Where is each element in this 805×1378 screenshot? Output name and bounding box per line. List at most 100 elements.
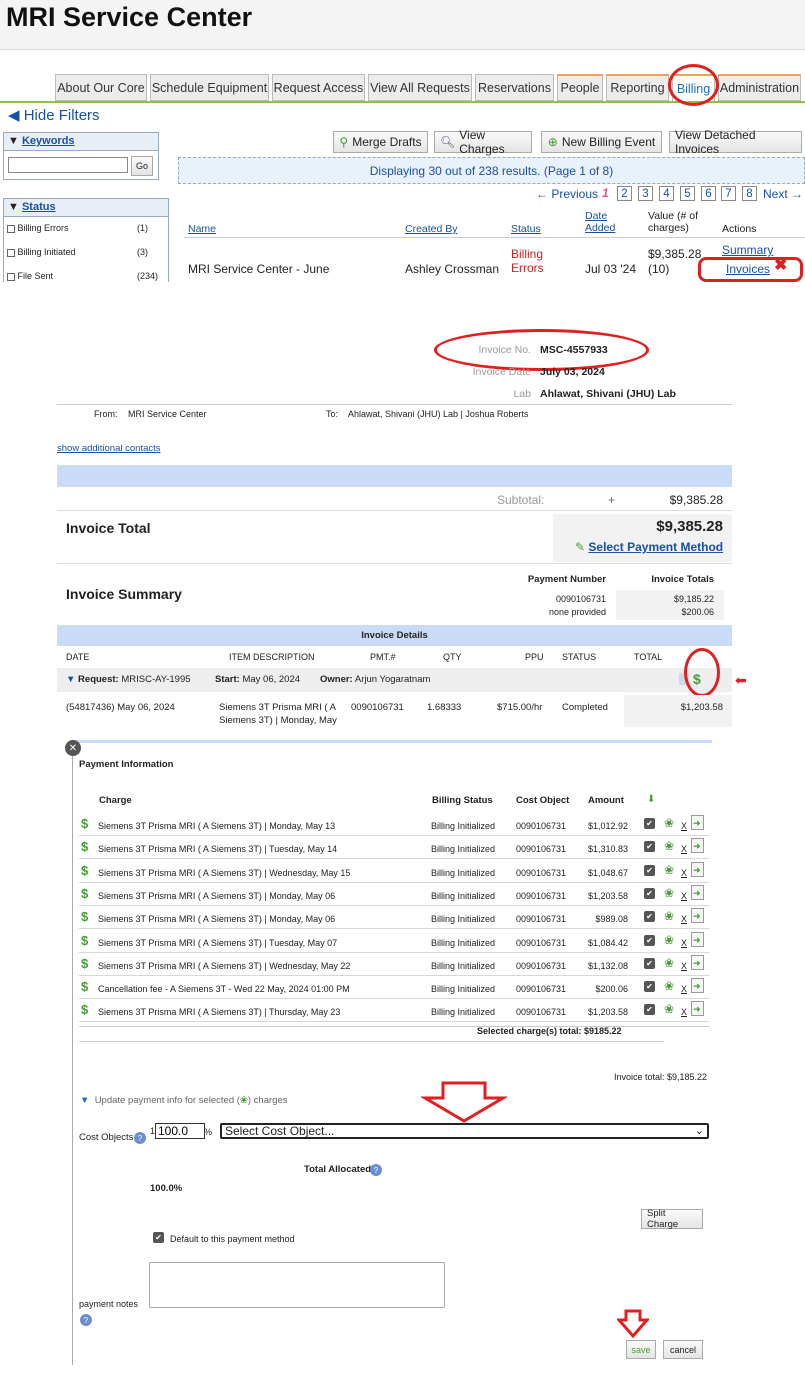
move-charge-icon[interactable]: [691, 1001, 704, 1017]
charge-checkbox[interactable]: ✔: [644, 864, 655, 876]
charge-money-icon[interactable]: $: [81, 816, 93, 831]
leaf-icon[interactable]: ❀: [664, 979, 674, 993]
page-link-8[interactable]: 8: [742, 186, 757, 201]
remove-x[interactable]: X: [681, 914, 687, 924]
charge-checkbox[interactable]: ✔: [644, 841, 655, 853]
leaf-icon[interactable]: ❀: [664, 886, 674, 900]
remove-x[interactable]: X: [681, 984, 687, 994]
tab-people[interactable]: People: [557, 74, 603, 101]
help-icon[interactable]: ?: [80, 1314, 92, 1326]
move-charge-icon[interactable]: [691, 861, 704, 877]
charge-checkbox[interactable]: ✔: [644, 934, 655, 946]
help-icon[interactable]: ?: [370, 1164, 382, 1176]
page-link-7[interactable]: 7: [721, 186, 736, 201]
leaf-icon[interactable]: ❀: [664, 839, 674, 853]
charge-money-icon[interactable]: $: [81, 886, 93, 901]
next-link[interactable]: Next →: [763, 187, 803, 201]
hide-filters-link[interactable]: ◀ Hide Filters: [8, 106, 100, 124]
tab-schedule[interactable]: Schedule Equipment: [150, 74, 269, 101]
move-charge-icon[interactable]: [691, 931, 704, 947]
charge-checkbox[interactable]: ✔: [644, 981, 655, 993]
page-link-4[interactable]: 4: [659, 186, 674, 201]
page-link-5[interactable]: 5: [680, 186, 695, 201]
col-name[interactable]: Name: [188, 223, 216, 235]
status-item-file-sent[interactable]: File Sent (234): [7, 271, 158, 281]
move-charge-icon[interactable]: [691, 908, 704, 924]
sort-down-icon[interactable]: ⬇: [647, 794, 655, 805]
charge-money-icon[interactable]: $: [81, 863, 93, 878]
payment-notes-textarea[interactable]: [149, 1262, 445, 1308]
cancel-button[interactable]: cancel: [663, 1340, 703, 1359]
help-icon[interactable]: ?: [134, 1132, 146, 1144]
charge-money-icon[interactable]: $: [81, 839, 93, 854]
tab-reporting[interactable]: Reporting: [606, 74, 669, 101]
keywords-header[interactable]: ▼ Keywords: [4, 133, 158, 151]
move-charge-icon[interactable]: [691, 954, 704, 970]
charge-checkbox[interactable]: ✔: [644, 911, 655, 923]
move-charge-icon[interactable]: [691, 884, 704, 900]
charge-checkbox[interactable]: ✔: [644, 818, 655, 829]
select-payment-method-link[interactable]: ✎ Select Payment Method: [575, 540, 723, 554]
page-link-6[interactable]: 6: [701, 186, 716, 201]
save-button[interactable]: save: [626, 1340, 656, 1359]
merge-drafts-button[interactable]: ⚲ Merge Drafts: [333, 131, 428, 153]
checkbox[interactable]: [7, 248, 15, 257]
tab-request-access[interactable]: Request Access: [272, 74, 365, 101]
tab-reservations[interactable]: Reservations: [475, 74, 554, 101]
default-checkbox[interactable]: ✔: [153, 1232, 164, 1243]
split-charge-button[interactable]: Split Charge: [641, 1208, 703, 1230]
update-payment-toggle[interactable]: ▼ Update payment info for selected (❀) c…: [80, 1095, 287, 1106]
remove-x[interactable]: X: [681, 961, 687, 971]
percent-input[interactable]: [155, 1123, 205, 1139]
status-item-billing-initiated[interactable]: Billing Initiated (3): [7, 247, 157, 257]
collapse-icon[interactable]: ▼: [66, 674, 75, 685]
view-detached-invoices-button[interactable]: View Detached Invoices: [669, 128, 802, 156]
status-header[interactable]: ▼ Status: [4, 199, 168, 217]
charge-checkbox[interactable]: ✔: [644, 1004, 655, 1016]
charge-money-icon[interactable]: $: [81, 909, 93, 924]
status-item-billing-errors[interactable]: Billing Errors (1): [7, 223, 157, 233]
charge-money-icon[interactable]: $: [81, 979, 93, 994]
tab-view-requests[interactable]: View All Requests: [368, 74, 472, 101]
remove-x[interactable]: X: [681, 821, 687, 831]
col-created-by[interactable]: Created By: [405, 223, 458, 235]
col-status[interactable]: Status: [511, 223, 541, 235]
move-charge-icon[interactable]: [691, 838, 704, 854]
remove-x[interactable]: X: [681, 844, 687, 854]
remove-x[interactable]: X: [681, 938, 687, 948]
keywords-input[interactable]: [8, 157, 128, 173]
charge-description: Siemens 3T Prisma MRI ( A Siemens 3T) | …: [98, 960, 351, 971]
move-charge-icon[interactable]: [691, 815, 704, 830]
tab-administration[interactable]: Administration: [718, 74, 801, 101]
show-contacts-link[interactable]: show additional contacts: [57, 443, 161, 454]
cost-object-select[interactable]: Select Cost Object... ⌄: [220, 1123, 709, 1139]
remove-x[interactable]: X: [681, 868, 687, 878]
summary-link[interactable]: Summary: [722, 243, 773, 257]
new-billing-event-button[interactable]: ⊕ New Billing Event: [541, 131, 662, 153]
page-link-2[interactable]: 2: [617, 186, 632, 201]
page-link-3[interactable]: 3: [638, 186, 653, 201]
checkbox[interactable]: [7, 272, 15, 281]
previous-link[interactable]: ← Previous: [536, 187, 598, 201]
remove-x[interactable]: X: [681, 1007, 687, 1017]
leaf-icon[interactable]: ❀: [664, 933, 674, 947]
leaf-icon[interactable]: ❀: [664, 956, 674, 970]
tab-about[interactable]: About Our Core: [55, 74, 147, 101]
close-icon[interactable]: ✕: [65, 740, 81, 756]
col-date-added[interactable]: Date Added: [585, 210, 625, 234]
leaf-icon[interactable]: ❀: [664, 816, 674, 830]
remove-x[interactable]: X: [681, 891, 687, 901]
checkbox[interactable]: [7, 224, 15, 233]
view-charges-button[interactable]: 🔍︎ View Charges: [434, 128, 532, 156]
charge-money-icon[interactable]: $: [81, 1002, 93, 1017]
leaf-icon[interactable]: ❀: [664, 909, 674, 923]
charge-checkbox[interactable]: ✔: [644, 957, 655, 969]
charge-checkbox[interactable]: ✔: [644, 887, 655, 899]
move-charge-icon[interactable]: [691, 978, 704, 994]
leaf-icon[interactable]: ❀: [664, 1002, 674, 1016]
go-button[interactable]: Go: [131, 156, 153, 176]
payment-number-header: Payment Number: [527, 574, 606, 585]
charge-money-icon[interactable]: $: [81, 933, 93, 948]
leaf-icon[interactable]: ❀: [664, 863, 674, 877]
charge-money-icon[interactable]: $: [81, 956, 93, 971]
